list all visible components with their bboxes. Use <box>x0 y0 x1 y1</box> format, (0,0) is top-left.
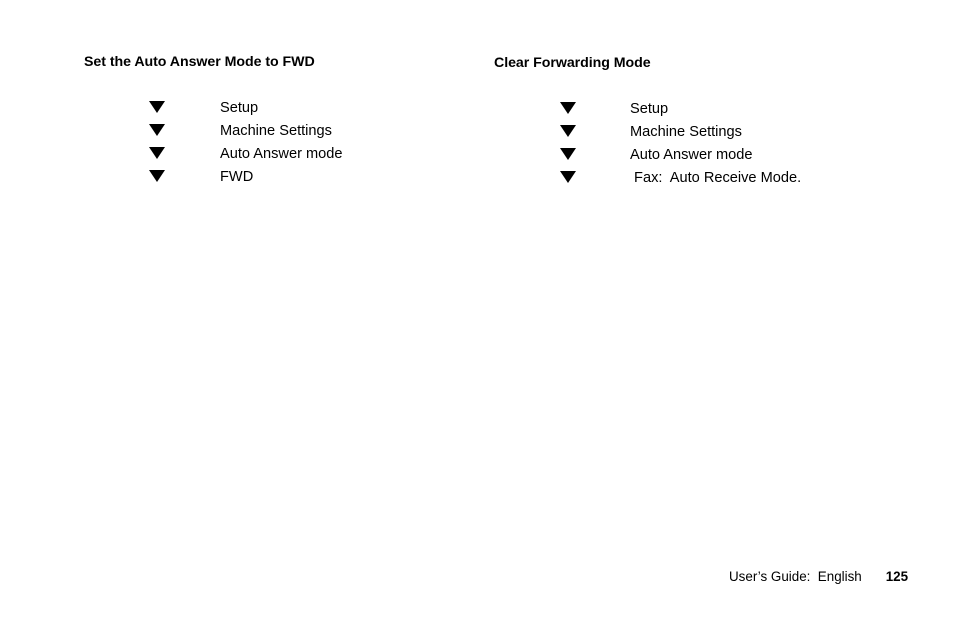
section-heading: Clear Forwarding Mode <box>494 55 651 71</box>
step-list-clear-forwarding-mode: Setup Machine Settings Auto Answer mode … <box>560 99 801 191</box>
page-footer: User’s Guide: English 125 <box>729 568 908 586</box>
list-item: FWD <box>149 167 343 190</box>
down-triangle-icon <box>149 170 165 182</box>
document-page: Set the Auto Answer Mode to FWD Setup Ma… <box>0 0 954 618</box>
list-item: Machine Settings <box>149 121 343 144</box>
down-triangle-icon <box>149 147 165 159</box>
list-item: Setup <box>560 99 801 122</box>
step-label: Auto Answer mode <box>630 147 753 163</box>
step-list-set-auto-answer-mode: Setup Machine Settings Auto Answer mode … <box>149 98 343 190</box>
footer-page-number: 125 <box>885 569 909 584</box>
list-item: Machine Settings <box>560 122 801 145</box>
footer-guide-label: User’s Guide: English <box>729 569 862 584</box>
down-triangle-icon <box>149 124 165 136</box>
down-triangle-icon <box>560 125 576 137</box>
down-triangle-icon <box>149 101 165 113</box>
down-triangle-icon <box>560 171 576 183</box>
section-heading: Set the Auto Answer Mode to FWD <box>84 54 315 70</box>
step-label: Auto Answer mode <box>220 146 343 162</box>
section-clear-forwarding-mode: Clear Forwarding Mode <box>494 54 651 72</box>
step-label: Setup <box>630 101 669 117</box>
step-label: Fax: Auto Receive Mode. <box>630 170 802 186</box>
step-label: Machine Settings <box>630 124 742 140</box>
list-item: Fax: Auto Receive Mode. <box>560 168 801 191</box>
down-triangle-icon <box>560 148 576 160</box>
step-label: Setup <box>220 100 259 116</box>
list-item: Auto Answer mode <box>560 145 801 168</box>
step-label: FWD <box>220 169 254 185</box>
list-item: Setup <box>149 98 343 121</box>
list-item: Auto Answer mode <box>149 144 343 167</box>
section-set-auto-answer-mode: Set the Auto Answer Mode to FWD <box>84 53 315 71</box>
down-triangle-icon <box>560 102 576 114</box>
step-label: Machine Settings <box>220 123 332 139</box>
